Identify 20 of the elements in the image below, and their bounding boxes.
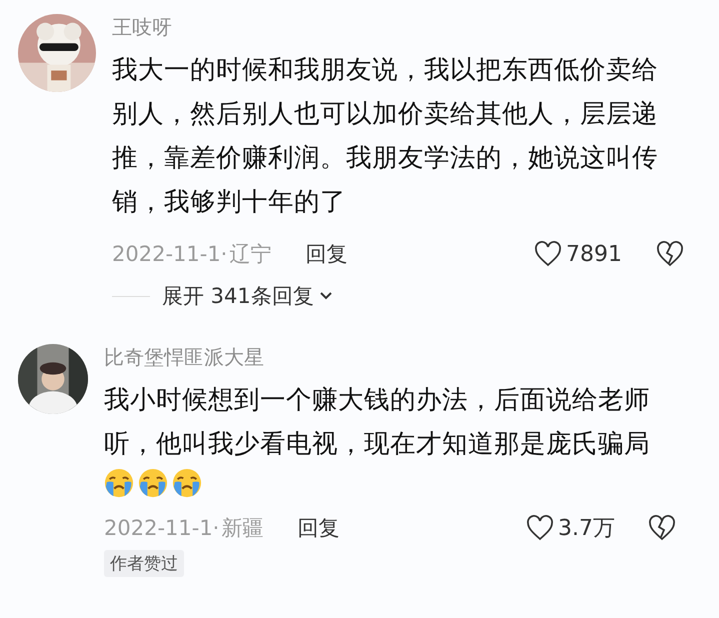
- comment-date: 2022-11-1·: [112, 242, 228, 266]
- heart-icon[interactable]: [534, 241, 562, 267]
- broken-heart-icon[interactable]: [648, 515, 676, 541]
- comment-location: 新疆: [221, 515, 264, 542]
- reply-button[interactable]: 回复: [305, 240, 348, 268]
- expand-replies-button[interactable]: 展开 341条回复: [162, 282, 332, 310]
- reply-button[interactable]: 回复: [297, 514, 340, 542]
- comment-location: 辽宁: [229, 241, 272, 268]
- broken-heart-icon[interactable]: [656, 241, 684, 267]
- comment-text: 我大一的时候和我朋友说，我以把东西低价卖给别人，然后别人也可以加价卖给其他人，层层递推，靠差价赚利润。我朋友学法的，她说这叫传销，我够判十年的了: [112, 54, 659, 219]
- crying-face-icon: [104, 468, 134, 498]
- like-count: 3.7万: [558, 515, 616, 543]
- crying-face-icon: [138, 468, 168, 498]
- comment-date: 2022-11-1·: [104, 516, 220, 540]
- crying-face-icon: [172, 468, 202, 498]
- chevron-down-icon: [320, 292, 332, 300]
- heart-icon[interactable]: [526, 515, 554, 541]
- author-liked-badge: 作者赞过: [104, 550, 184, 577]
- comment-text: 我小时候想到一个赚大钱的办法，后面说给老师听，他叫我少看电视，现在才知道那是庞氏骗局: [104, 384, 651, 461]
- like-count: 7891: [566, 242, 623, 266]
